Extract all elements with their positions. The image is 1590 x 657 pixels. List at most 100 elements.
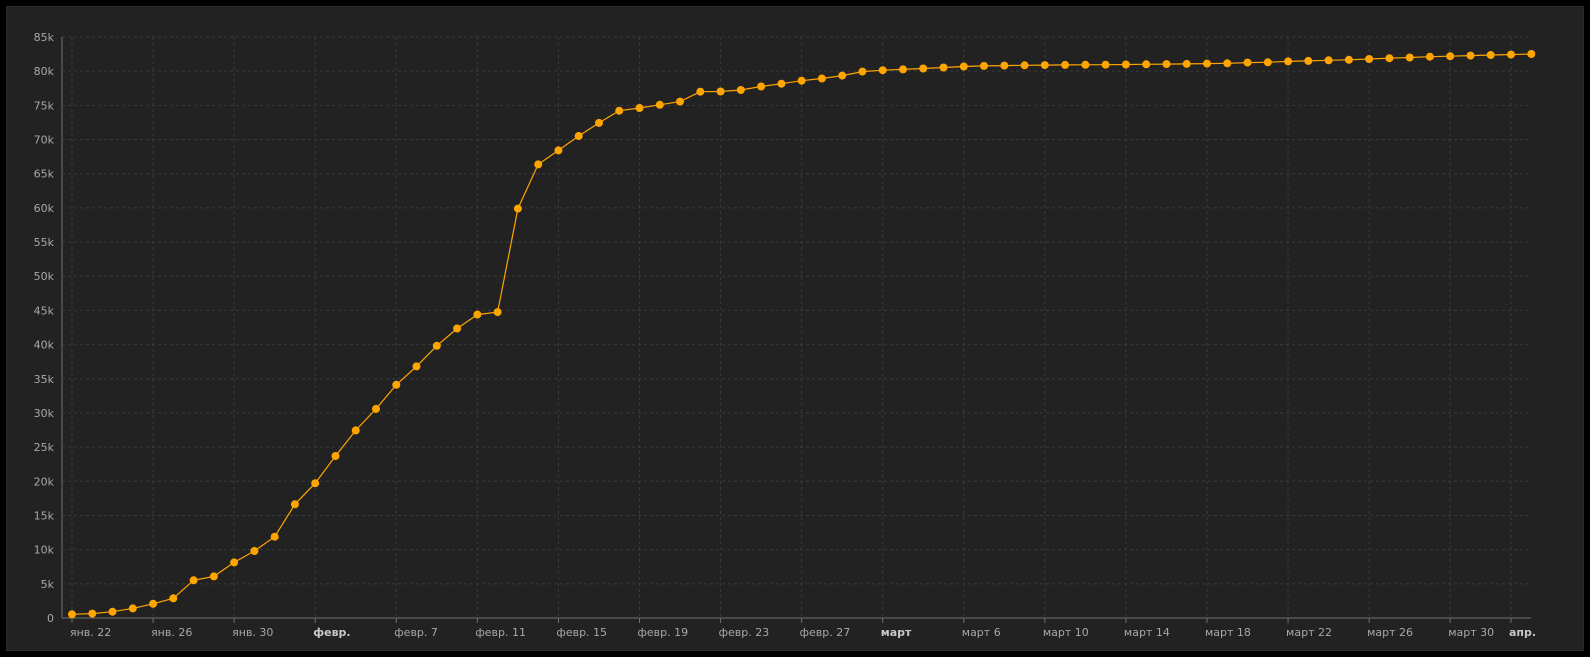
data-point	[1385, 54, 1394, 63]
data-point	[939, 63, 948, 72]
y-tick-label: 30k	[34, 407, 55, 420]
data-point	[1425, 52, 1434, 61]
data-point	[513, 204, 522, 213]
data-point	[250, 547, 259, 555]
data-point	[959, 62, 968, 71]
data-point	[1101, 60, 1110, 69]
data-point	[858, 67, 867, 76]
data-point	[1527, 50, 1536, 58]
data-point	[88, 609, 97, 618]
data-point	[1365, 55, 1374, 63]
x-tick-label: февр. 27	[800, 626, 851, 639]
data-point	[1446, 52, 1455, 61]
data-point	[230, 558, 239, 567]
x-tick-label: март 18	[1205, 626, 1251, 639]
axes	[61, 37, 1531, 623]
x-tick-label: февр. 7	[394, 626, 438, 639]
data-point	[980, 61, 988, 70]
x-tick-label: февр. 23	[719, 626, 770, 639]
y-tick-label: 70k	[34, 134, 55, 147]
data-point	[412, 362, 421, 371]
data-point	[1344, 55, 1353, 64]
y-tick-label: 85k	[34, 31, 55, 44]
data-point	[1324, 56, 1333, 65]
data-point	[797, 76, 806, 85]
x-tick-label: март 26	[1367, 626, 1413, 639]
x-tick-label: март 30	[1448, 626, 1494, 639]
data-point	[878, 66, 887, 75]
data-point	[1061, 60, 1070, 69]
data-point	[1507, 50, 1515, 59]
data-point	[189, 576, 198, 585]
data-point	[1263, 58, 1272, 67]
y-tick-label: 10k	[34, 544, 55, 557]
data-point	[128, 604, 137, 613]
data-point	[1121, 60, 1130, 69]
y-tick-label: 25k	[34, 441, 55, 454]
data-point	[311, 479, 320, 488]
x-axis-tick-labels: янв. 22 янв. 26 янв. 30 февр. февр. 7 февр. 1…	[70, 626, 1536, 639]
data-point	[1486, 51, 1495, 59]
data-point	[1203, 59, 1211, 68]
x-tick-label: янв. 26	[151, 626, 192, 639]
grid-lines	[62, 36, 1531, 618]
y-tick-label: 50k	[34, 270, 55, 283]
x-tick-label: апр.	[1509, 626, 1536, 639]
x-tick-label: февр.	[313, 626, 350, 639]
x-tick-label: февр. 19	[637, 626, 688, 639]
y-tick-label: 80k	[34, 65, 55, 78]
y-tick-label: 5k	[41, 578, 55, 591]
data-point	[270, 532, 279, 541]
y-tick-label: 40k	[34, 339, 55, 352]
data-point	[1040, 61, 1049, 70]
data-point	[1182, 59, 1191, 68]
data-point	[757, 82, 766, 91]
x-tick-label: февр. 15	[556, 626, 607, 639]
data-point	[534, 160, 543, 169]
y-tick-label: 20k	[34, 475, 55, 488]
data-point	[351, 426, 360, 435]
data-point	[696, 87, 705, 96]
data-point	[169, 594, 178, 603]
data-point	[453, 324, 462, 333]
data-point	[716, 87, 725, 96]
y-tick-label: 55k	[34, 236, 55, 249]
data-point	[574, 132, 583, 140]
y-tick-label: 65k	[34, 168, 55, 181]
data-point	[331, 452, 340, 460]
data-point	[432, 341, 441, 350]
data-point	[68, 610, 76, 619]
x-tick-label: янв. 22	[70, 626, 111, 639]
y-axis-tick-labels: 0 5k 10k 15k 20k 25k 30k 35k 40k 45k 50k 55k 60k 65k 7…	[34, 31, 55, 625]
data-point	[392, 380, 401, 389]
data-point	[1284, 57, 1293, 66]
x-tick-label: март 10	[1043, 626, 1089, 639]
data-point	[493, 308, 502, 317]
data-point	[149, 599, 158, 608]
data-point	[595, 118, 603, 127]
data-point	[777, 79, 786, 88]
data-point	[1304, 56, 1313, 65]
data-point	[290, 500, 299, 509]
data-point	[1000, 61, 1009, 70]
data-point	[473, 310, 482, 319]
data-point	[817, 74, 826, 83]
data-point	[108, 607, 117, 616]
y-tick-label: 15k	[34, 509, 55, 522]
data-point	[919, 64, 928, 73]
x-tick-label: март 22	[1286, 626, 1332, 639]
data-point	[838, 71, 847, 80]
data-point	[635, 104, 644, 112]
y-tick-label: 75k	[34, 99, 55, 112]
data-point	[1466, 51, 1475, 60]
data-point	[615, 106, 624, 115]
data-point	[1162, 60, 1171, 69]
data-point	[1243, 58, 1252, 67]
y-tick-label: 35k	[34, 373, 55, 386]
data-point	[1020, 61, 1029, 70]
data-point	[1142, 60, 1151, 69]
data-point	[655, 100, 664, 109]
x-tick-label: янв. 30	[232, 626, 273, 639]
x-tick-label: март	[881, 626, 912, 639]
x-tick-label: март 6	[962, 626, 1001, 639]
